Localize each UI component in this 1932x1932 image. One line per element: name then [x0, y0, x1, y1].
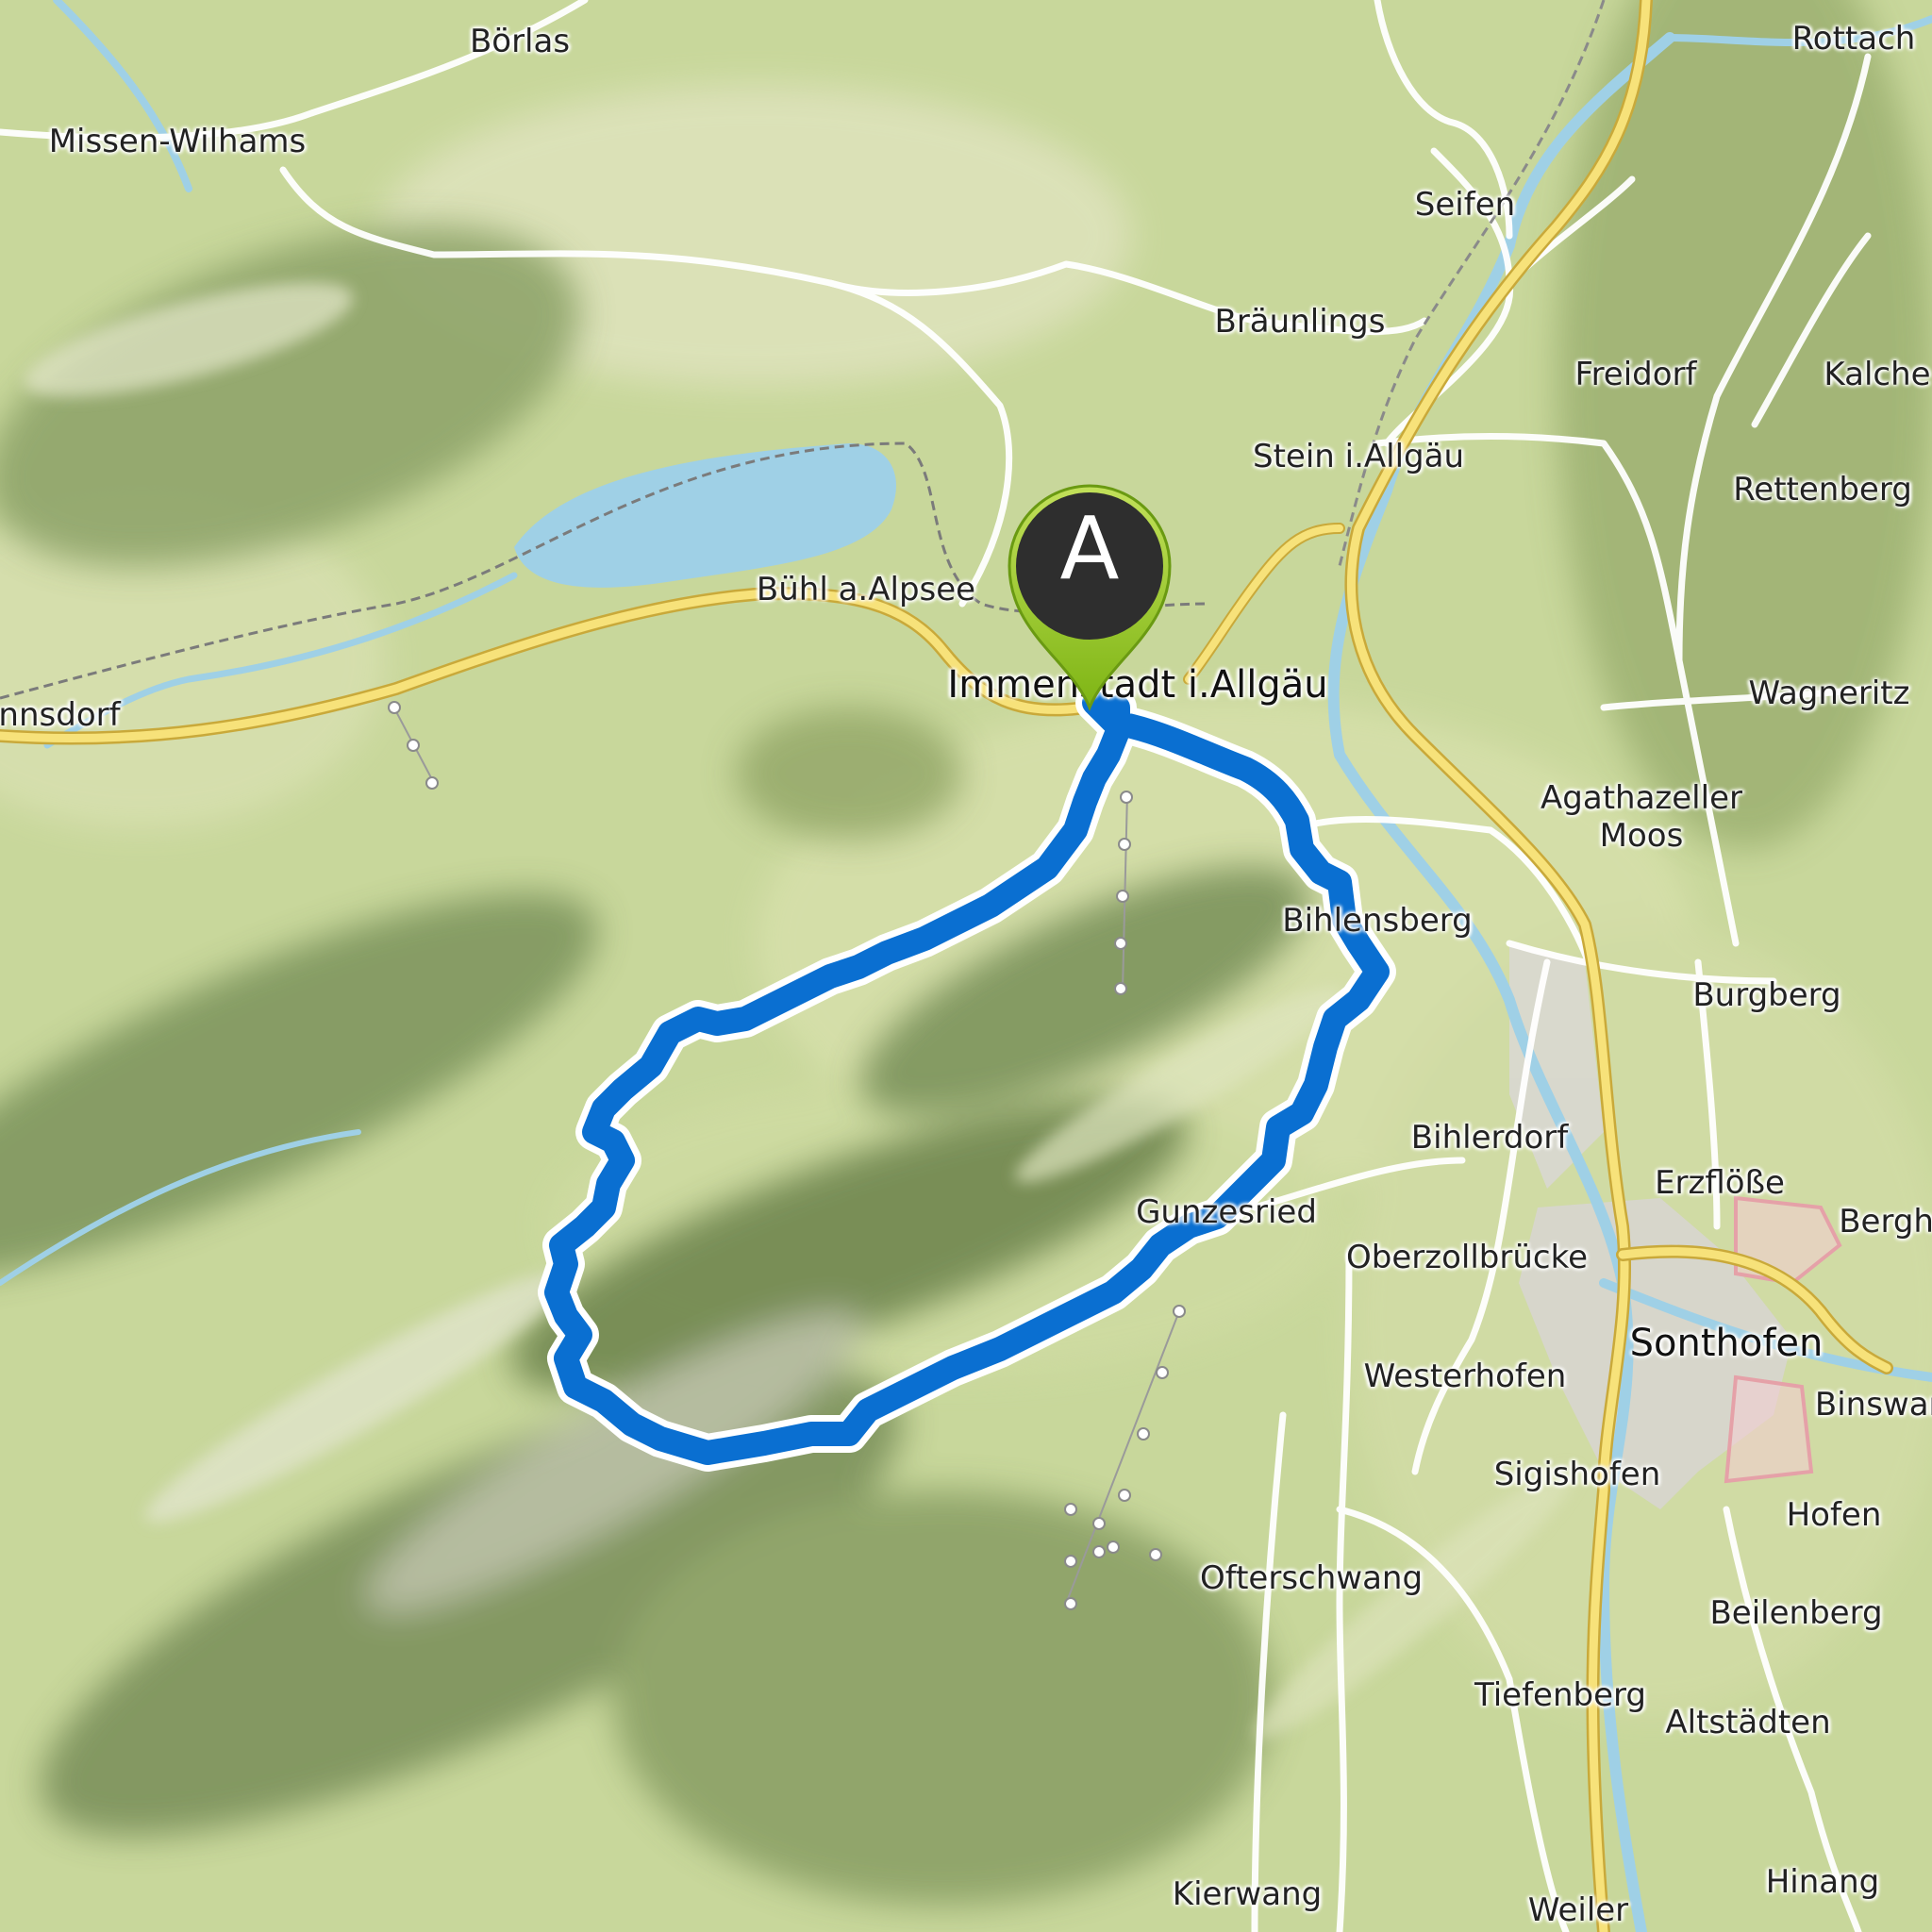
place-label-erzfloesse: Erzflöße	[1655, 1164, 1785, 1202]
place-label-seifen: Seifen	[1414, 186, 1516, 224]
place-label-braeunlings: Bräunlings	[1214, 303, 1386, 341]
place-label-missen-wilhams: Missen-Wilhams	[48, 123, 307, 160]
place-label-binswang: Binswan	[1814, 1386, 1932, 1424]
place-label-tiefenberg: Tiefenberg	[1474, 1676, 1646, 1714]
terrain-layer	[0, 0, 1932, 1932]
place-label-freidorf: Freidorf	[1574, 356, 1697, 393]
place-label-weiler: Weiler	[1527, 1891, 1629, 1929]
place-label-hinang: Hinang	[1765, 1863, 1880, 1901]
place-label-sonthofen: Sonthofen	[1629, 1322, 1824, 1365]
place-label-moos: Moos	[1599, 817, 1684, 855]
place-label-sigishofen: Sigishofen	[1493, 1456, 1661, 1493]
place-label-gunzesried: Gunzesried	[1136, 1193, 1317, 1231]
place-label-boerlas: Börlas	[469, 23, 571, 60]
place-label-berghofen: Bergho	[1839, 1203, 1932, 1241]
place-label-ofterschwang: Ofterschwang	[1199, 1559, 1424, 1597]
place-label-buehl: Bühl a.Alpsee	[756, 571, 976, 608]
map-canvas[interactable]: Börlas Missen-Wilhams Seifen Rottach Brä…	[0, 0, 1932, 1932]
place-label-stein: Stein i.Allgäu	[1252, 438, 1465, 475]
place-label-bihlerdorf: Bihlerdorf	[1410, 1119, 1569, 1157]
place-label-altstaedten: Altstädten	[1665, 1704, 1831, 1741]
place-label-hofen: Hofen	[1786, 1496, 1882, 1534]
place-label-rottach: Rottach	[1791, 20, 1916, 58]
place-label-nnsdorf: nnsdorf	[0, 696, 121, 734]
place-label-agathazeller: Agathazeller	[1541, 779, 1742, 817]
place-label-beilenberg: Beilenberg	[1709, 1594, 1883, 1632]
place-label-bihlensberg: Bihlensberg	[1282, 902, 1473, 940]
start-marker-label: A	[1059, 498, 1120, 599]
place-label-kierwang: Kierwang	[1172, 1875, 1323, 1913]
place-label-westerhofen: Westerhofen	[1363, 1357, 1567, 1395]
place-label-burgberg: Burgberg	[1692, 976, 1841, 1014]
start-marker[interactable]: A	[991, 472, 1189, 712]
place-label-rettenberg: Rettenberg	[1733, 471, 1912, 508]
place-label-kalche: Kalche	[1824, 356, 1931, 393]
place-label-oberzollbruecke: Oberzollbrücke	[1346, 1239, 1588, 1276]
place-label-wagneritz: Wagneritz	[1748, 675, 1910, 712]
